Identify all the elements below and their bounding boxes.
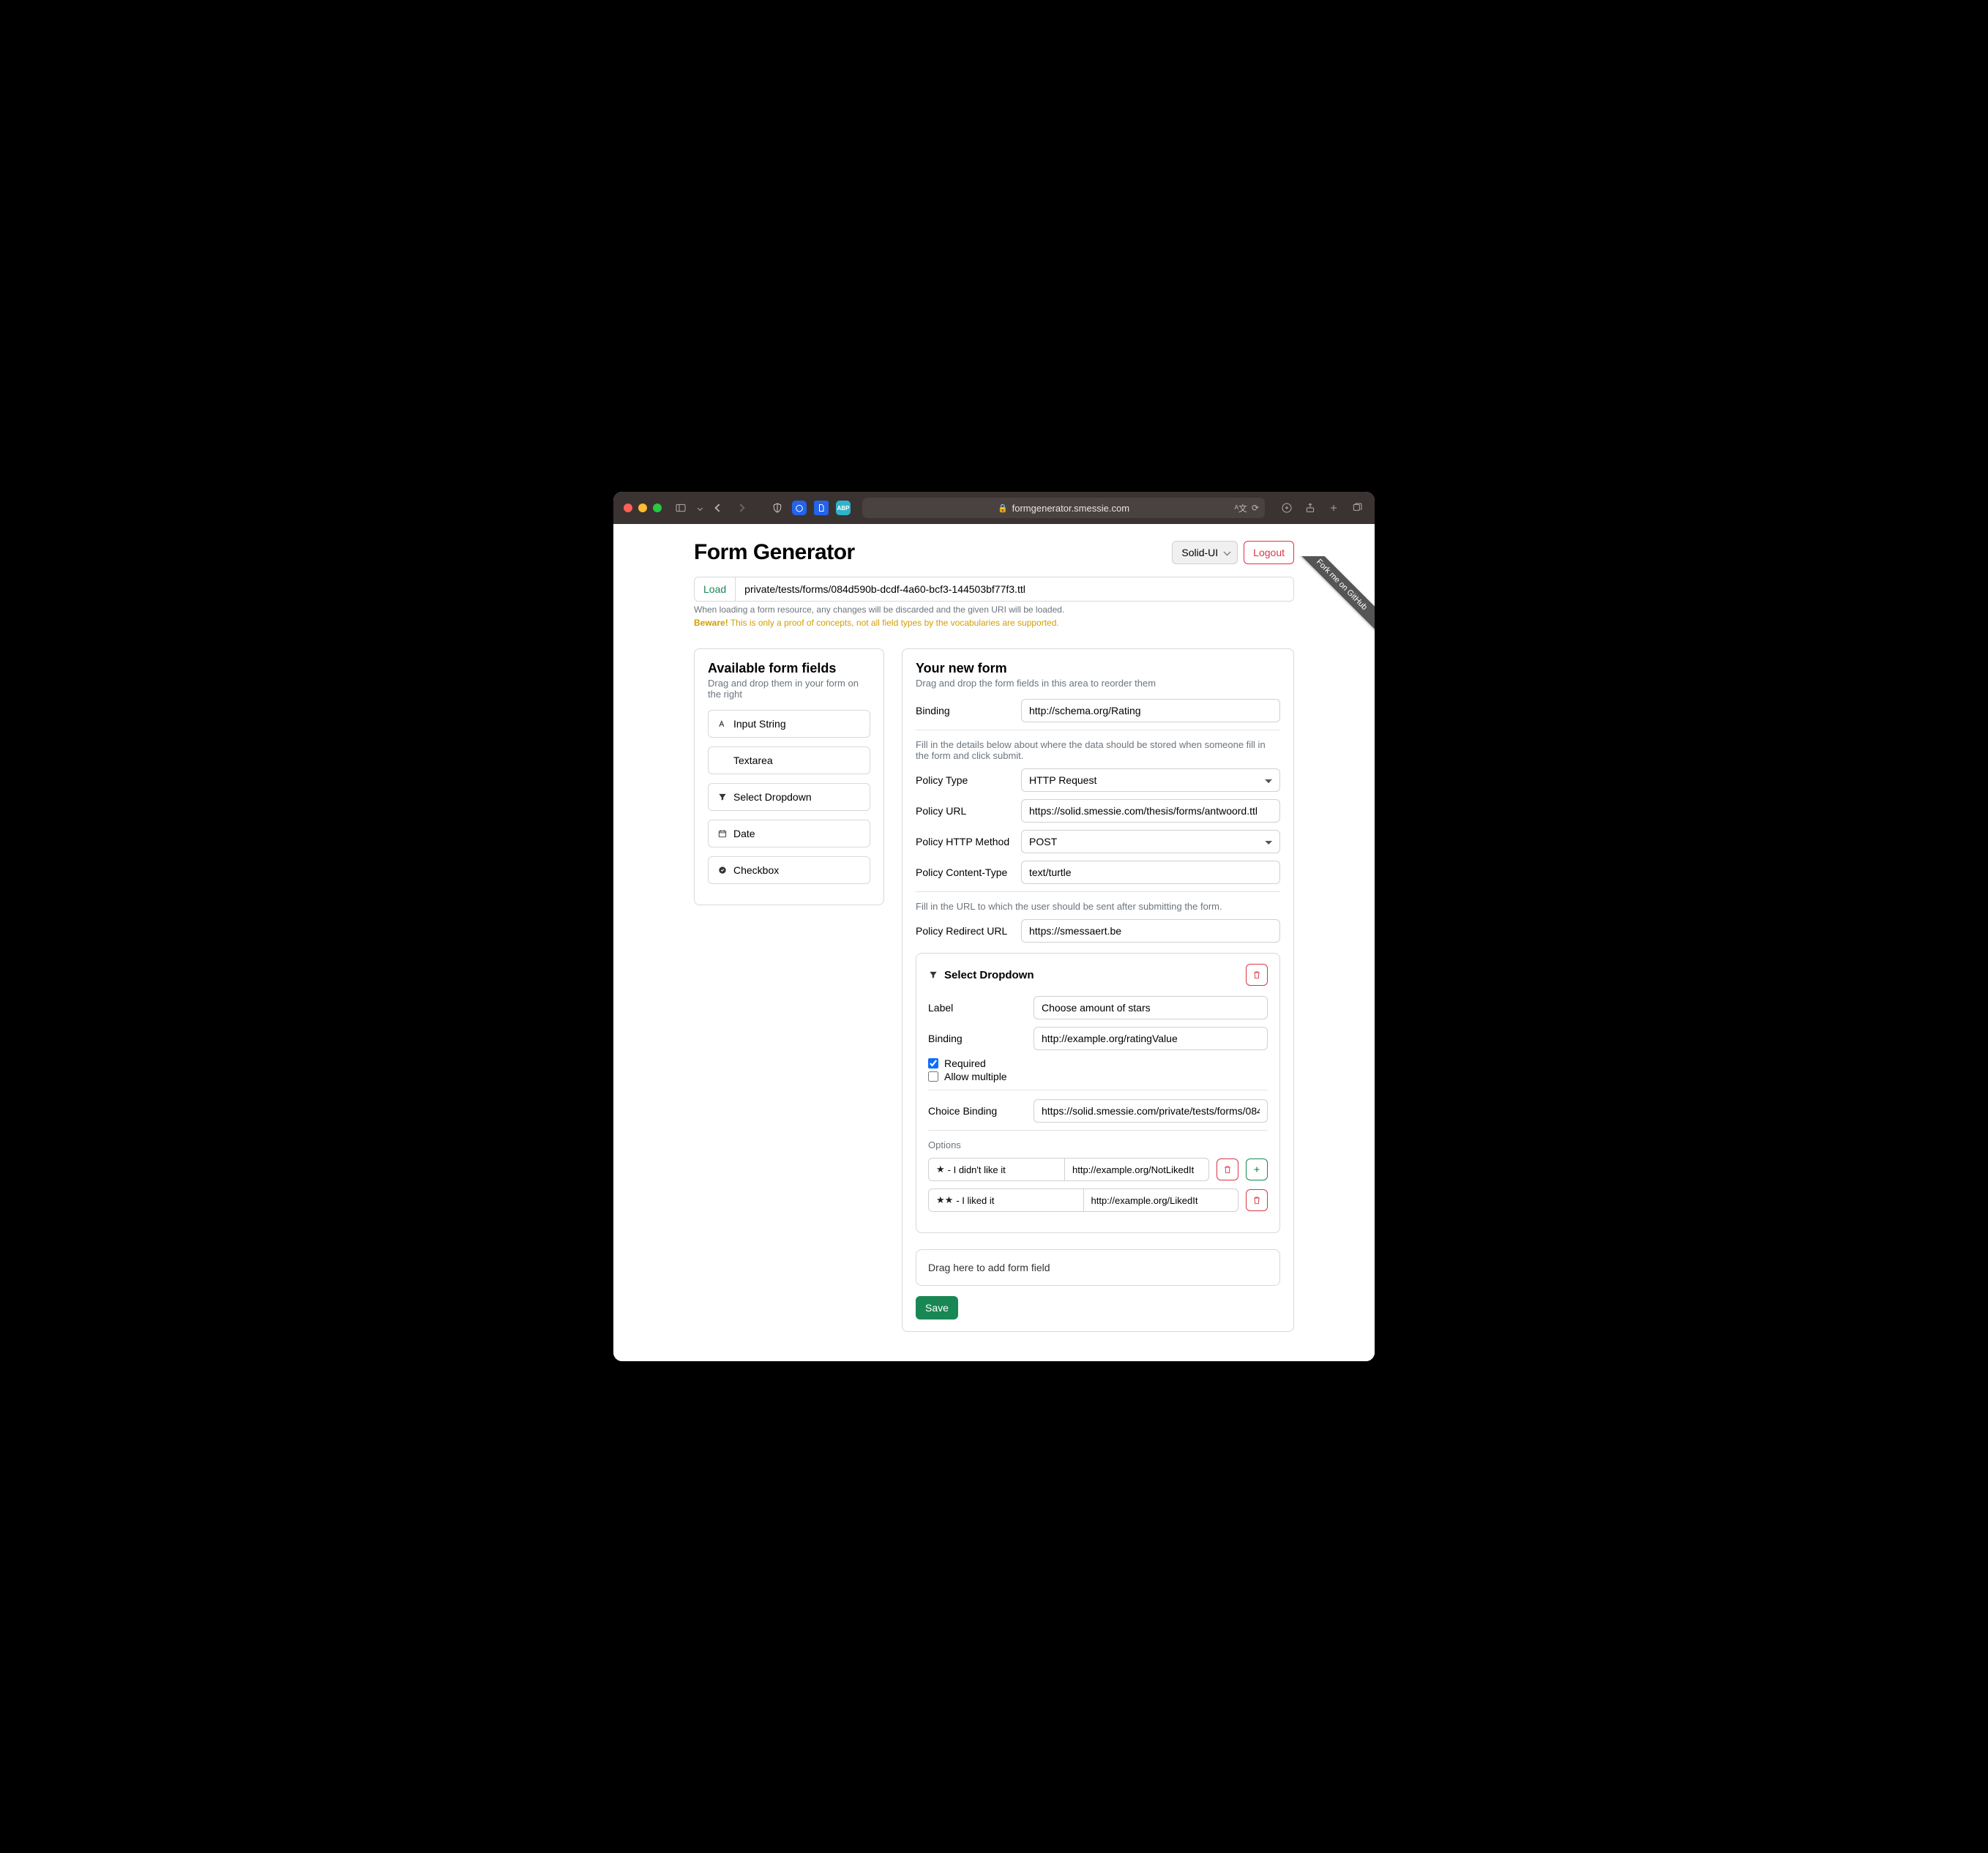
new-tab-icon[interactable] (1326, 501, 1341, 515)
sidebar-toggle-icon[interactable] (673, 501, 688, 515)
nav-back-button[interactable] (711, 501, 726, 515)
policy-intro: Fill in the details below about where th… (916, 739, 1280, 761)
field-label-input[interactable] (1034, 996, 1268, 1019)
url-bar[interactable]: 🔒 formgenerator.smessie.com ᴬ文 ⟳ (862, 498, 1265, 518)
option-row: ★★ - I liked it (928, 1188, 1268, 1212)
load-button[interactable]: Load (695, 577, 736, 601)
chevron-down-icon[interactable] (695, 501, 704, 515)
field-tile-textarea[interactable]: Textarea (708, 746, 870, 774)
delete-field-button[interactable] (1246, 964, 1268, 986)
delete-option-button[interactable] (1217, 1158, 1238, 1180)
tabs-overview-icon[interactable] (1350, 501, 1364, 515)
ui-vocabulary-select[interactable]: Solid-UI (1172, 541, 1238, 564)
page-title: Form Generator (694, 540, 855, 565)
allow-multiple-label: Allow multiple (944, 1071, 1007, 1082)
options-heading: Options (928, 1139, 1268, 1150)
binding-label: Binding (916, 705, 1011, 716)
form-field-select-dropdown: Select Dropdown Label Binding (916, 953, 1280, 1233)
choice-binding-label: Choice Binding (928, 1105, 1023, 1117)
delete-option-button[interactable] (1246, 1189, 1268, 1211)
field-label-label: Label (928, 1002, 1023, 1014)
required-checkbox[interactable] (928, 1058, 938, 1068)
load-warning: Beware! This is only a proof of concepts… (694, 618, 1294, 628)
option-label-input[interactable]: ★★ - I liked it (928, 1188, 1083, 1212)
add-field-dropzone[interactable]: Drag here to add form field (916, 1249, 1280, 1286)
field-tile-date[interactable]: Date (708, 820, 870, 847)
available-fields-title: Available form fields (708, 661, 870, 676)
allow-multiple-checkbox[interactable] (928, 1071, 938, 1082)
policy-ct-input[interactable] (1021, 861, 1280, 884)
policy-type-label: Policy Type (916, 774, 1011, 786)
form-subtitle: Drag and drop the form fields in this ar… (916, 678, 1280, 689)
window-maximize-button[interactable] (653, 504, 662, 512)
required-label: Required (944, 1057, 986, 1069)
load-uri-input[interactable] (736, 577, 1293, 601)
field-tile-select-dropdown[interactable]: Select Dropdown (708, 783, 870, 811)
option-row: ★ - I didn't like it (928, 1158, 1268, 1181)
load-hint: When loading a form resource, any change… (694, 604, 1294, 615)
available-fields-subtitle: Drag and drop them in your form on the r… (708, 678, 870, 700)
binding-input[interactable] (1021, 699, 1280, 722)
trash-icon (1252, 1195, 1262, 1205)
policy-method-select[interactable]: POST (1021, 830, 1280, 853)
redirect-intro: Fill in the URL to which the user should… (916, 901, 1280, 912)
plus-icon (1252, 1164, 1262, 1175)
policy-ct-label: Policy Content-Type (916, 866, 1011, 878)
trash-icon (1252, 970, 1262, 980)
field-binding-input[interactable] (1034, 1027, 1268, 1050)
logout-button[interactable]: Logout (1244, 541, 1294, 564)
policy-url-label: Policy URL (916, 805, 1011, 817)
form-title: Your new form (916, 661, 1280, 676)
lock-icon: 🔒 (998, 504, 1008, 513)
downloads-icon[interactable] (1279, 501, 1294, 515)
add-option-button[interactable] (1246, 1158, 1268, 1180)
share-icon[interactable] (1303, 501, 1318, 515)
trash-icon (1222, 1164, 1233, 1175)
field-binding-label: Binding (928, 1033, 1023, 1044)
extension-1password-icon[interactable]: ◯ (792, 501, 807, 515)
save-button[interactable]: Save (916, 1296, 958, 1319)
field-tile-checkbox[interactable]: Checkbox (708, 856, 870, 884)
reload-icon[interactable]: ⟳ (1252, 503, 1259, 513)
policy-url-input[interactable] (1021, 799, 1280, 823)
field-tile-input-string[interactable]: Input String (708, 710, 870, 738)
text-height-icon (717, 755, 728, 765)
nav-forward-button[interactable] (733, 501, 748, 515)
field-type-label: Select Dropdown (944, 969, 1034, 981)
redirect-input[interactable] (1021, 919, 1280, 943)
url-text: formgenerator.smessie.com (1012, 503, 1129, 514)
browser-chrome: ◯ ABP 🔒 formgenerator.smessie.com ᴬ文 ⟳ (613, 492, 1375, 524)
privacy-shield-icon[interactable] (770, 501, 785, 515)
option-uri-input[interactable] (1083, 1188, 1239, 1212)
extension-abp-icon[interactable]: ABP (836, 501, 851, 515)
policy-method-label: Policy HTTP Method (916, 836, 1011, 847)
policy-type-select[interactable]: HTTP Request (1021, 768, 1280, 792)
option-label-input[interactable]: ★ - I didn't like it (928, 1158, 1064, 1181)
available-fields-panel: Available form fields Drag and drop them… (694, 648, 884, 905)
choice-binding-input[interactable] (1034, 1099, 1268, 1123)
load-form-row: Load (694, 577, 1294, 602)
window-close-button[interactable] (624, 504, 632, 512)
option-uri-input[interactable] (1064, 1158, 1209, 1181)
redirect-label: Policy Redirect URL (916, 925, 1011, 937)
calendar-icon (717, 828, 728, 839)
window-minimize-button[interactable] (638, 504, 647, 512)
window-controls (624, 504, 662, 512)
filter-icon (717, 792, 728, 802)
translate-icon[interactable]: ᴬ文 (1234, 502, 1247, 514)
font-icon (717, 719, 728, 729)
check-circle-icon (717, 865, 728, 875)
github-fork-ribbon[interactable]: Fork me on GitHub (1294, 556, 1375, 637)
form-builder-panel: Your new form Drag and drop the form fie… (902, 648, 1294, 1332)
filter-icon (928, 970, 938, 980)
extension-doc-icon[interactable] (814, 501, 829, 515)
